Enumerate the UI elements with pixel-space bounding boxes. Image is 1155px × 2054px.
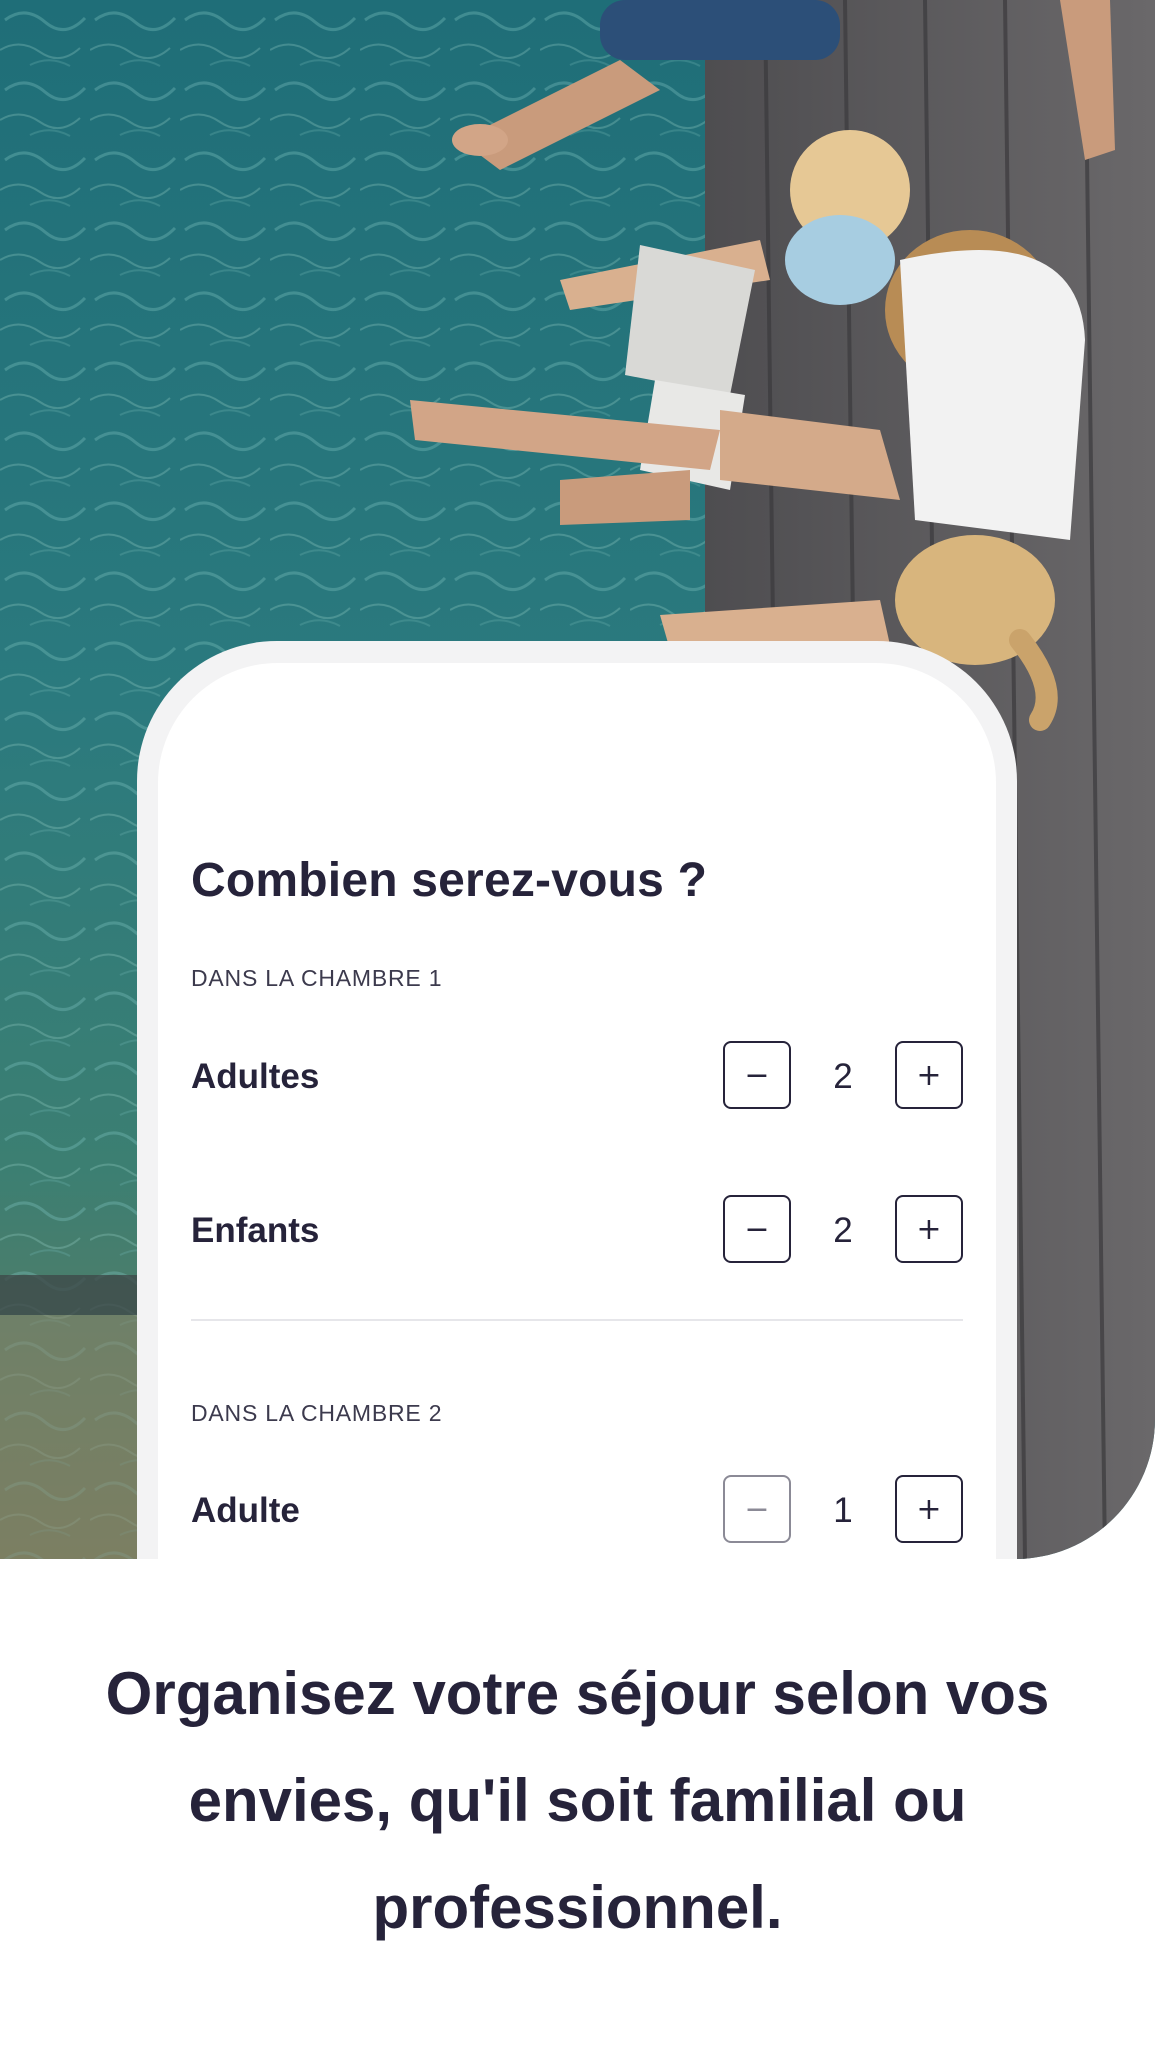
increment-children-button[interactable]: + [895, 1195, 963, 1263]
adult-label: Adulte [191, 1491, 300, 1530]
children-count: 2 [833, 1211, 853, 1250]
decrement-adult-room-2-button[interactable]: − [723, 1475, 791, 1543]
decrement-children-button[interactable]: − [723, 1195, 791, 1263]
onboarding-tagline: Organisez votre séjour selon vos envies,… [105, 1660, 1050, 1941]
room-2-label: DANS LA CHAMBRE 2 [191, 1400, 443, 1426]
children-stepper: − 2 + [723, 1195, 963, 1265]
phone-mockup: Combien serez-vous ? DANS LA CHAMBRE 1 A… [137, 641, 1017, 1559]
adults-row-room-1: Adultes − 2 + [191, 1041, 963, 1111]
plus-icon: + [916, 1057, 942, 1093]
increment-adults-button[interactable]: + [895, 1041, 963, 1109]
adults-row-room-2: Adulte − 1 + [191, 1475, 963, 1545]
plus-icon: + [916, 1491, 942, 1527]
children-label: Enfants [191, 1211, 320, 1250]
minus-icon: − [744, 1491, 770, 1527]
room-1-label: DANS LA CHAMBRE 1 [191, 965, 443, 991]
adults-stepper: − 2 + [723, 1041, 963, 1111]
plus-icon: + [916, 1211, 942, 1247]
adults-label: Adultes [191, 1057, 320, 1096]
phone-screen: Combien serez-vous ? DANS LA CHAMBRE 1 A… [158, 663, 996, 1559]
page-title: Combien serez-vous ? [191, 854, 708, 907]
children-row-room-1: Enfants − 2 + [191, 1195, 963, 1265]
minus-icon: − [744, 1057, 770, 1093]
adults-count: 2 [833, 1057, 853, 1096]
guest-selector: Combien serez-vous ? DANS LA CHAMBRE 1 A… [191, 663, 963, 1559]
adult-room-2-count: 1 [833, 1491, 853, 1530]
minus-icon: − [744, 1211, 770, 1247]
decrement-adults-button[interactable]: − [723, 1041, 791, 1109]
increment-adult-room-2-button[interactable]: + [895, 1475, 963, 1543]
adult-room-2-stepper: − 1 + [723, 1475, 963, 1545]
room-divider [191, 1319, 963, 1321]
